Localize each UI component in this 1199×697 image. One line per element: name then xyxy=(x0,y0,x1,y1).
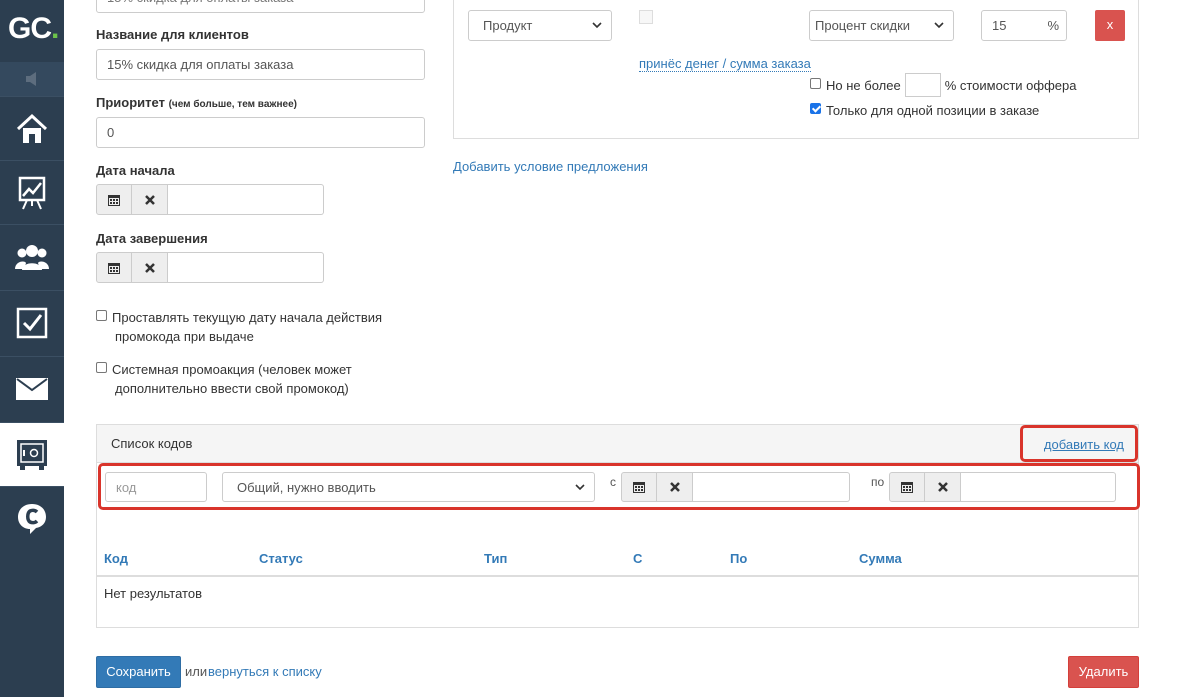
not-more-row: Но не более % стоимости оффера xyxy=(810,73,1077,97)
single-position-row: Только для одной позиции в заказе xyxy=(810,101,1039,120)
column-header-status[interactable]: Статус xyxy=(259,551,303,566)
system-promo-checkbox-row: Системная промоакция (человек может допол… xyxy=(96,360,396,398)
sidebar: GC. xyxy=(0,0,64,697)
of-offer-cost-label: % стоимости оффера xyxy=(944,78,1077,93)
or-text: или xyxy=(185,664,208,679)
start-date-group xyxy=(96,184,324,215)
end-date-input[interactable] xyxy=(168,252,324,283)
system-promo-checkbox-label: Системная промоакция (человек может xyxy=(112,362,352,377)
add-condition-link[interactable]: Добавить условие предложения xyxy=(453,159,648,174)
priority-input[interactable]: 0 xyxy=(96,117,425,148)
percent-sign: % xyxy=(1047,18,1059,33)
start-date-input[interactable] xyxy=(168,184,324,215)
money-sum-link[interactable]: принёс денег / сумма заказа xyxy=(639,56,811,72)
chevron-down-icon xyxy=(934,22,944,29)
current-date-checkbox-row: Проставлять текущую дату начала действия… xyxy=(96,308,396,346)
codes-title: Список кодов xyxy=(111,436,193,451)
empty-results-text: Нет результатов xyxy=(104,586,202,601)
column-header-code[interactable]: Код xyxy=(104,551,128,566)
home-icon xyxy=(16,113,48,143)
sidebar-item-users[interactable] xyxy=(0,224,64,288)
column-header-from[interactable]: С xyxy=(633,551,642,566)
current-date-checkbox-label: Проставлять текущую дату начала действия xyxy=(112,310,383,325)
end-date-clear-button[interactable] xyxy=(132,252,168,283)
code-row-highlight xyxy=(98,463,1140,510)
close-icon xyxy=(144,262,155,273)
calendar-icon xyxy=(108,262,120,274)
end-date-calendar-button[interactable] xyxy=(96,252,132,283)
table-header-divider xyxy=(97,575,1138,577)
close-icon xyxy=(144,194,155,205)
users-icon xyxy=(15,244,49,270)
single-position-label: Только для одной позиции в заказе xyxy=(826,103,1040,118)
sidebar-item-chat[interactable] xyxy=(0,486,64,550)
delete-button[interactable]: Удалить xyxy=(1068,656,1139,688)
sidebar-item-sales[interactable] xyxy=(0,422,64,486)
add-code-highlight xyxy=(1020,425,1138,462)
discount-value-input[interactable]: 15 % xyxy=(981,10,1067,41)
save-button[interactable]: Сохранить xyxy=(96,656,181,688)
offer-checkbox[interactable] xyxy=(639,10,653,24)
system-promo-checkbox[interactable] xyxy=(96,362,107,373)
codes-section: Список кодов добавить код код Общий, нуж… xyxy=(96,424,1139,628)
single-position-checkbox[interactable] xyxy=(810,103,821,114)
sidebar-item-analytics[interactable] xyxy=(0,160,64,224)
chart-icon xyxy=(18,176,46,209)
end-date-group xyxy=(96,252,324,283)
not-more-input[interactable] xyxy=(904,73,941,97)
start-date-clear-button[interactable] xyxy=(132,184,168,215)
logo[interactable]: GC. xyxy=(0,0,64,62)
client-name-label: Название для клиентов xyxy=(96,27,249,42)
current-date-checkbox-label-2: промокода при выдаче xyxy=(115,329,254,344)
sidebar-item-tasks[interactable] xyxy=(0,290,64,354)
client-name-input[interactable]: 15% скидка для оплаты заказа xyxy=(96,49,425,80)
current-date-checkbox[interactable] xyxy=(96,310,107,321)
product-select[interactable]: Продукт xyxy=(468,10,612,41)
offer-condition-panel: Продукт Процент скидки 15 % x принёс ден… xyxy=(453,0,1139,139)
sidebar-item-mail[interactable] xyxy=(0,356,64,420)
tasks-icon xyxy=(16,307,48,338)
column-header-to[interactable]: По xyxy=(730,551,747,566)
end-date-label: Дата завершения xyxy=(96,231,208,246)
start-date-calendar-button[interactable] xyxy=(96,184,132,215)
priority-label: Приоритет (чем больше, тем важнее) xyxy=(96,95,297,110)
column-header-type[interactable]: Тип xyxy=(484,551,507,566)
remove-condition-button[interactable]: x xyxy=(1095,10,1125,41)
not-more-label: Но не более xyxy=(826,78,901,93)
system-promo-checkbox-label-2: дополнительно ввести свой промокод) xyxy=(115,381,349,396)
calendar-icon xyxy=(108,194,120,206)
logo-text: GC xyxy=(8,12,52,45)
sidebar-item-announcements[interactable] xyxy=(0,62,64,96)
start-date-label: Дата начала xyxy=(96,163,175,178)
logo-dot: . xyxy=(51,12,59,45)
column-header-sum[interactable]: Сумма xyxy=(859,551,902,566)
codes-header: Список кодов добавить код xyxy=(97,425,1138,463)
promo-name-input[interactable]: 15% скидка для оплаты заказа xyxy=(96,0,425,13)
not-more-checkbox[interactable] xyxy=(810,78,821,89)
sidebar-item-home[interactable] xyxy=(0,96,64,160)
chat-icon xyxy=(18,503,46,534)
speaker-icon xyxy=(26,72,36,86)
chevron-down-icon xyxy=(592,22,602,29)
main-content: 15% скидка для оплаты заказа Название дл… xyxy=(64,0,1199,697)
safe-icon xyxy=(17,439,47,470)
discount-type-select[interactable]: Процент скидки xyxy=(809,10,954,41)
priority-hint: (чем больше, тем важнее) xyxy=(168,99,297,110)
back-to-list-link[interactable]: вернуться к списку xyxy=(208,664,322,679)
mail-icon xyxy=(16,377,48,400)
